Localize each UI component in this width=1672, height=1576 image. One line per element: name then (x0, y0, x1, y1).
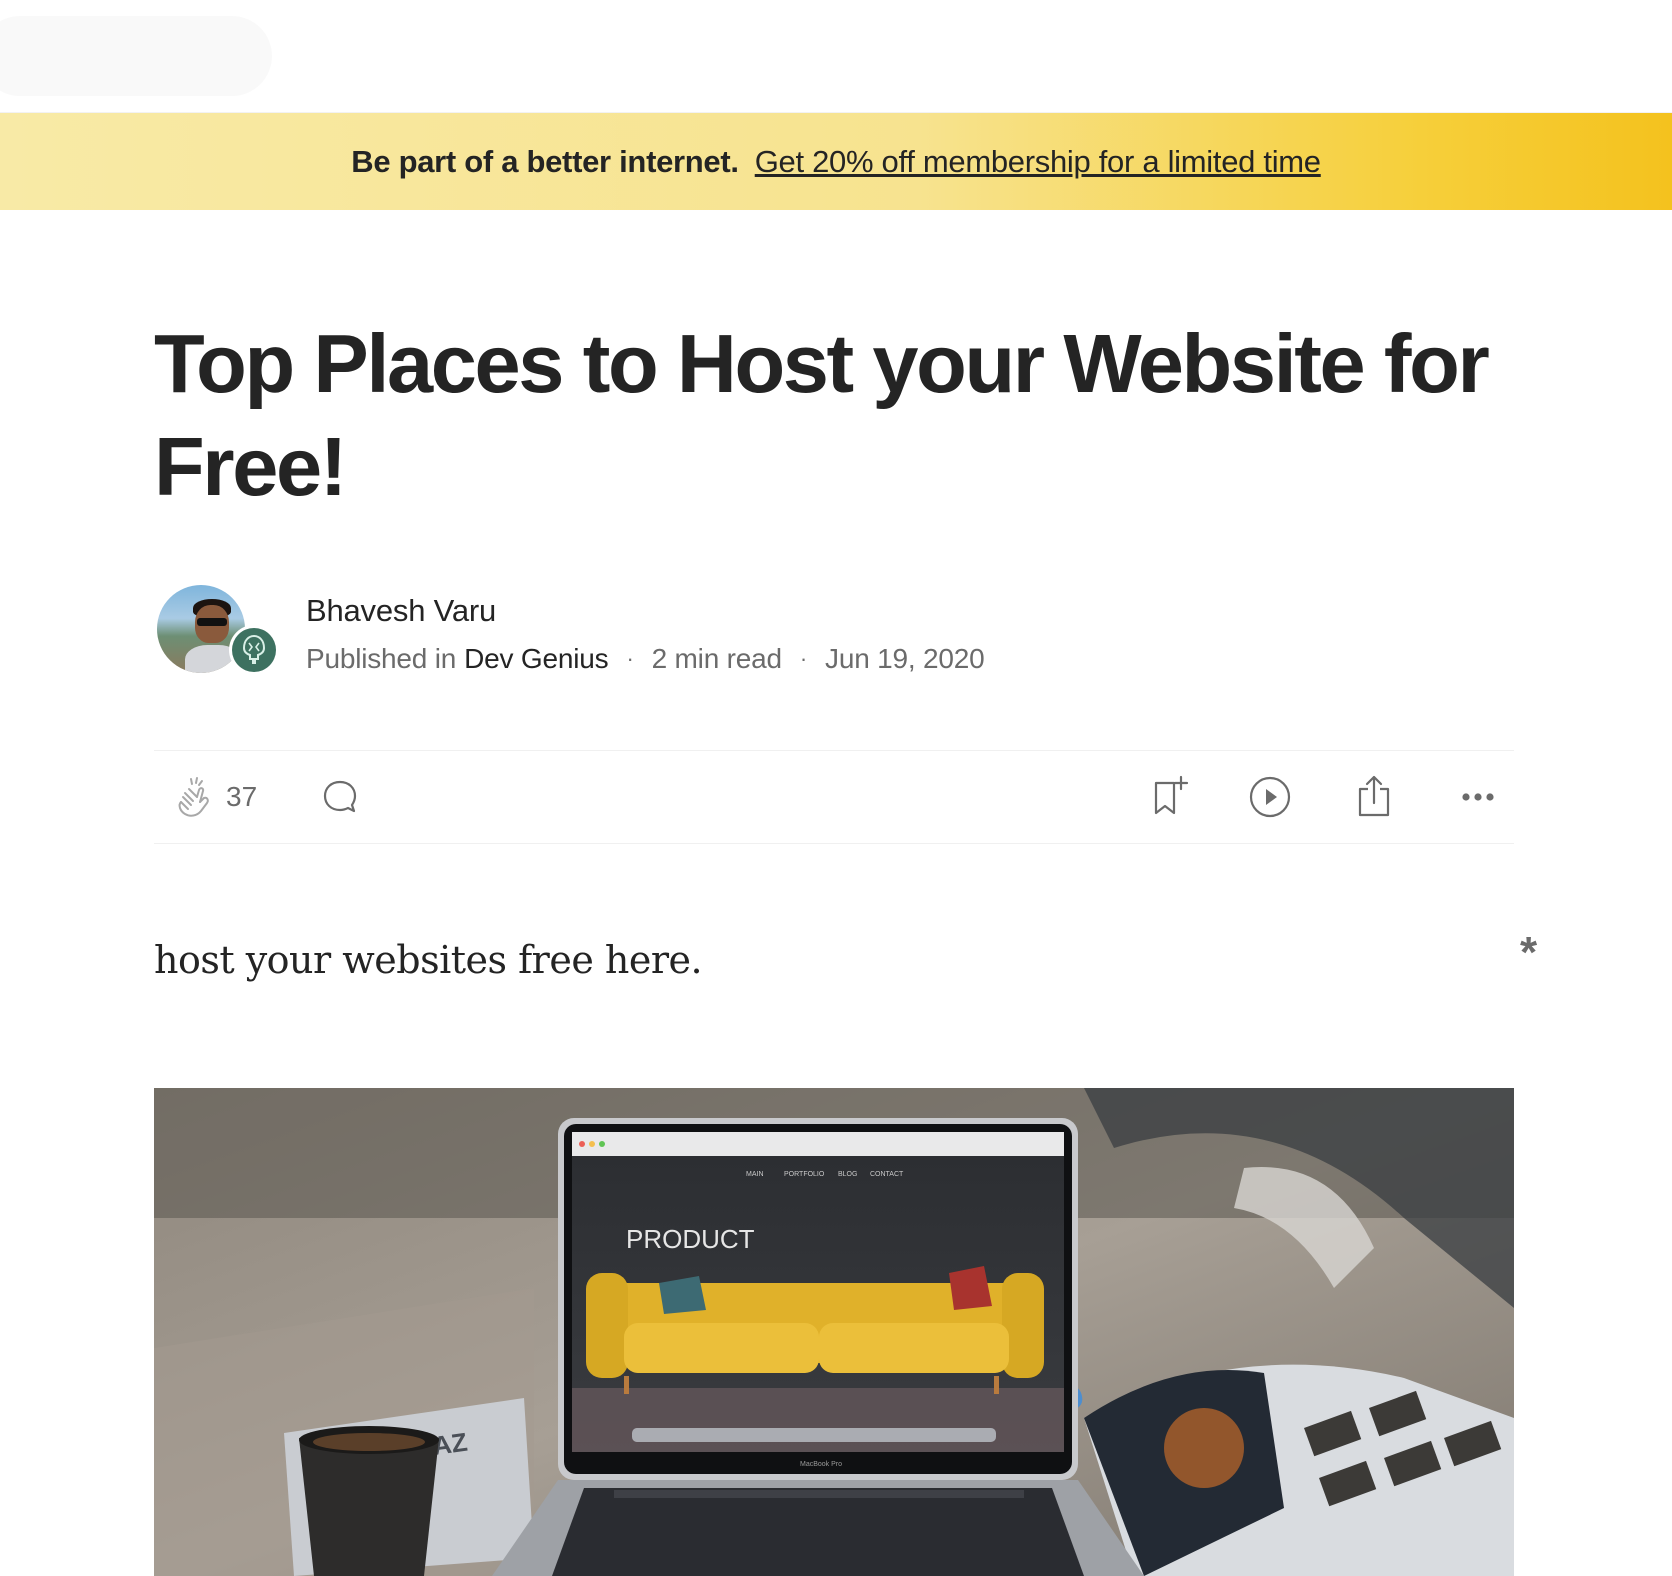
private-note-marker[interactable]: * (1520, 928, 1537, 978)
screen-nav-contact: CONTACT (870, 1171, 904, 1178)
share-icon (1358, 775, 1390, 817)
coffee-cup (299, 1426, 439, 1576)
laptop-label: MacBook Pro (800, 1461, 842, 1468)
laptop: MAIN PORTFOLIO BLOG CONTACT PRODUCT MacB… (492, 1118, 1144, 1576)
play-icon (1249, 776, 1291, 818)
meta-separator: · (799, 646, 808, 671)
clap-count: 37 (226, 781, 258, 812)
comment-icon (323, 780, 357, 813)
author-name[interactable]: Bhavesh Varu (306, 593, 496, 629)
author-avatar-group (157, 585, 283, 677)
save-button[interactable] (1146, 773, 1194, 821)
more-icon (1462, 793, 1494, 801)
screen-heading: PRODUCT (626, 1224, 755, 1254)
read-time: 2 min read (651, 643, 782, 674)
publish-date: Jun 19, 2020 (825, 643, 985, 674)
banner-text: Be part of a better internet. (351, 143, 739, 179)
bookmark-add-icon (1154, 775, 1189, 815)
more-options-button[interactable] (1454, 775, 1502, 819)
article-title: Top Places to Host your Website for Free… (154, 317, 1490, 513)
article-meta: Published in Dev Genius · 2 min read · J… (306, 643, 985, 675)
membership-banner: Be part of a better internet. Get 20% of… (0, 113, 1672, 210)
publication-link[interactable]: Dev Genius (464, 643, 608, 675)
article-subtitle: host your websites free here. (154, 938, 703, 982)
dev-genius-logo-icon (242, 634, 266, 664)
publication-avatar[interactable] (229, 625, 279, 675)
listen-button[interactable] (1246, 773, 1294, 821)
clap-button[interactable] (170, 773, 218, 821)
comment-button[interactable] (318, 775, 362, 819)
actionbar-bottom-divider (154, 843, 1514, 844)
share-button[interactable] (1350, 771, 1398, 821)
membership-offer-link[interactable]: Get 20% off membership for a limited tim… (755, 144, 1321, 180)
laptop-desk-photo: GAZ 6 MAIN (154, 1088, 1514, 1576)
screen-nav-blog: BLOG (838, 1171, 857, 1178)
article-action-bar: 37 (154, 751, 1514, 843)
screen-nav-portfolio: PORTFOLIO (784, 1171, 825, 1178)
clap-icon (178, 777, 209, 817)
screen-nav-main: MAIN (746, 1171, 764, 1178)
hero-image: GAZ 6 MAIN (154, 1088, 1514, 1576)
search-bar[interactable] (0, 16, 272, 96)
published-in-label: Published in (306, 643, 457, 674)
meta-separator: · (626, 646, 634, 671)
